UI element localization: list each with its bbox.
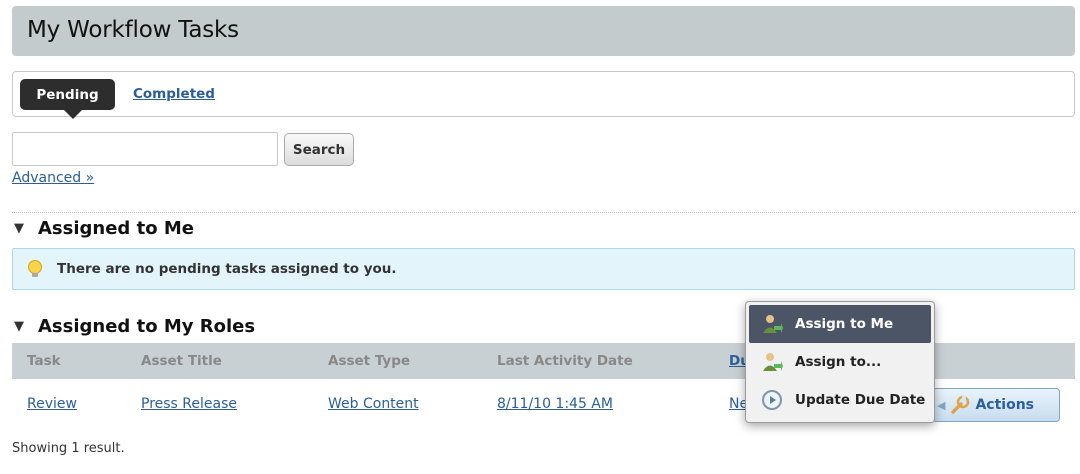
- column-header-asset-type[interactable]: Asset Type: [328, 353, 410, 369]
- column-header-last-activity[interactable]: Last Activity Date: [497, 353, 633, 369]
- menu-item-assign-to[interactable]: Assign to...: [749, 343, 931, 381]
- clock-icon: [762, 390, 782, 410]
- menu-item-assign-to-me[interactable]: Assign to Me: [749, 305, 931, 343]
- actions-button[interactable]: ◀ Actions: [932, 388, 1060, 422]
- section-assigned-to-roles[interactable]: ▼ Assigned to My Roles: [14, 316, 255, 337]
- result-count: Showing 1 result.: [12, 441, 125, 456]
- section-heading: Assigned to My Roles: [38, 316, 256, 337]
- menu-item-label: Update Due Date: [795, 392, 926, 408]
- column-header-task[interactable]: Task: [27, 353, 61, 369]
- collapse-triangle-icon[interactable]: ▼: [14, 319, 24, 334]
- search-button[interactable]: Search: [284, 133, 354, 166]
- cell-task[interactable]: Review: [27, 396, 77, 412]
- actions-menu: Assign to Me Assign to... Update Due Dat…: [745, 301, 935, 423]
- title-bar: My Workflow Tasks: [12, 6, 1075, 56]
- menu-item-update-due-date[interactable]: Update Due Date: [749, 381, 931, 419]
- search-input[interactable]: [12, 132, 278, 166]
- section-heading: Assigned to Me: [38, 218, 194, 239]
- menu-item-label: Assign to...: [795, 354, 882, 370]
- cell-last-activity[interactable]: 8/11/10 1:45 AM: [497, 396, 613, 412]
- cell-asset-title[interactable]: Press Release: [141, 396, 237, 412]
- assign-user-icon: [763, 353, 783, 371]
- cell-asset-type[interactable]: Web Content: [328, 396, 419, 412]
- wrench-icon: [951, 395, 970, 414]
- menu-item-label: Assign to Me: [795, 316, 894, 332]
- divider: [12, 212, 1075, 213]
- tab-bar: Pending Completed: [12, 71, 1075, 119]
- caret-left-icon: ◀: [937, 398, 946, 412]
- advanced-search-link[interactable]: Advanced »: [12, 170, 94, 186]
- actions-label: Actions: [975, 397, 1035, 413]
- page-title: My Workflow Tasks: [27, 17, 239, 43]
- tab-completed[interactable]: Completed: [133, 86, 215, 102]
- collapse-triangle-icon[interactable]: ▼: [14, 221, 24, 236]
- lightbulb-icon: [28, 260, 42, 277]
- assign-user-icon: [763, 315, 783, 333]
- tab-pending[interactable]: Pending: [20, 79, 115, 119]
- section-assigned-to-me[interactable]: ▼ Assigned to Me: [14, 218, 194, 239]
- column-header-asset-title[interactable]: Asset Title: [141, 353, 222, 369]
- info-message: There are no pending tasks assigned to y…: [12, 248, 1075, 290]
- info-text: There are no pending tasks assigned to y…: [57, 261, 397, 277]
